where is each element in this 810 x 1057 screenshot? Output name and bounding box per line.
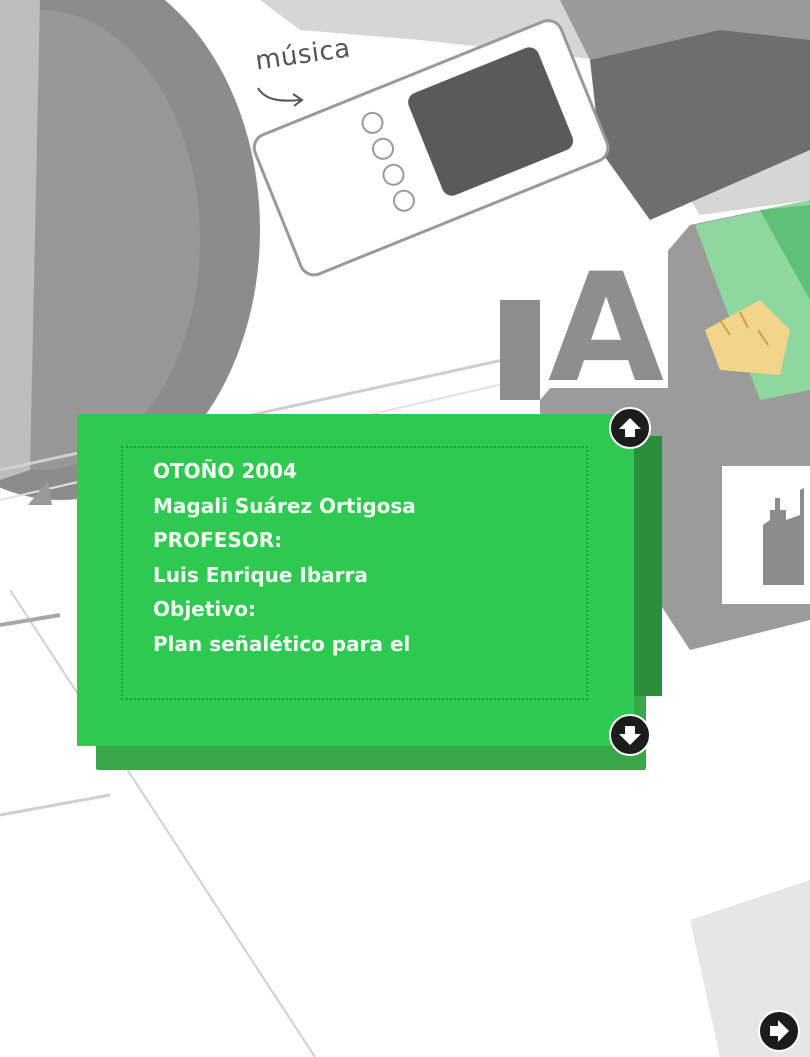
info-line-author: Magali Suárez Ortigosa	[153, 493, 416, 518]
info-panel-scroll-edge	[632, 436, 662, 696]
info-line-professor-label: PROFESOR:	[153, 528, 283, 552]
info-line-objective-label: Objetivo:	[153, 597, 256, 621]
info-line-professor-name: Luis Enrique Ibarra	[153, 562, 368, 587]
next-page-button[interactable]	[758, 1010, 800, 1052]
letter-a-graphic: A	[548, 242, 665, 416]
info-line-objective-text: Plan señalético para el	[153, 631, 411, 656]
info-panel: OTOÑO 2004 Magali Suárez Ortigosa PROFES…	[77, 414, 634, 746]
scroll-down-button[interactable]	[609, 714, 651, 756]
info-panel-text: OTOÑO 2004 Magali Suárez Ortigosa PROFES…	[153, 454, 416, 661]
arrow-right-icon	[770, 1020, 789, 1042]
arrow-down-icon	[619, 726, 641, 745]
arrow-up-icon	[619, 418, 641, 437]
info-line-season: OTOÑO 2004	[153, 459, 298, 483]
scroll-up-button[interactable]	[609, 407, 651, 449]
